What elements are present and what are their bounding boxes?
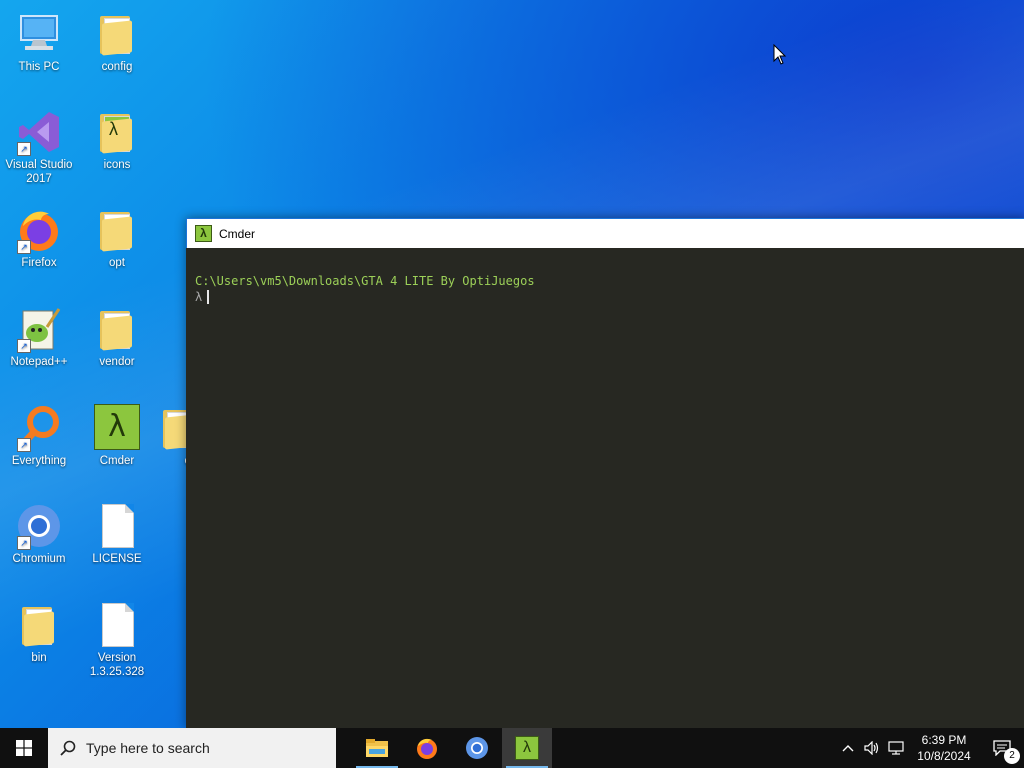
chromium-icon bbox=[466, 737, 488, 759]
desktop-icon-version[interactable]: Version 1.3.25.328 bbox=[79, 601, 155, 679]
desktop-icon-everything[interactable]: ↗ Everything bbox=[1, 404, 77, 468]
cmder-icon: λ bbox=[515, 736, 539, 760]
system-tray: 6:39 PM 10/8/2024 2 bbox=[836, 728, 1024, 768]
desktop-icon-label: bin bbox=[31, 652, 47, 664]
start-button[interactable] bbox=[0, 728, 48, 768]
shortcut-arrow-icon: ↗ bbox=[17, 339, 31, 353]
desktop-icon-chromium[interactable]: ↗ Chromium bbox=[1, 502, 77, 566]
desktop-icon-this-pc[interactable]: This PC bbox=[1, 10, 77, 74]
desktop-icon-vendor[interactable]: vendor bbox=[79, 305, 155, 369]
computer-icon bbox=[15, 10, 63, 58]
notification-count-badge: 2 bbox=[1004, 748, 1020, 764]
visual-studio-icon: ↗ bbox=[15, 108, 63, 156]
taskbar-file-explorer[interactable] bbox=[352, 728, 402, 768]
desktop-icon-label: vendor bbox=[99, 356, 135, 368]
taskbar-chromium[interactable] bbox=[452, 728, 502, 768]
search-placeholder: Type here to search bbox=[86, 740, 210, 756]
action-center-button[interactable]: 2 bbox=[980, 728, 1024, 768]
desktop: This PC ↗ Visual Studio 2017 ↗ Firefox ↗… bbox=[0, 0, 1024, 728]
lambda-folder-icon: λ bbox=[93, 108, 141, 156]
taskbar-cmder[interactable]: λ bbox=[502, 728, 552, 768]
desktop-icon-label: Visual Studio 2017 bbox=[5, 159, 73, 185]
desktop-icon-label: Everything bbox=[11, 455, 67, 467]
desktop-icon-notepadpp[interactable]: ↗ Notepad++ bbox=[1, 305, 77, 369]
window-title: Cmder bbox=[219, 226, 256, 241]
volume-icon[interactable] bbox=[860, 728, 884, 768]
shortcut-arrow-icon: ↗ bbox=[17, 536, 31, 550]
everything-icon: ↗ bbox=[15, 404, 63, 452]
taskbar-search[interactable]: Type here to search bbox=[48, 728, 336, 768]
desktop-icon-label: icons bbox=[103, 159, 131, 171]
search-icon bbox=[60, 740, 76, 756]
firefox-icon: ↗ bbox=[15, 206, 63, 254]
shortcut-arrow-icon: ↗ bbox=[17, 240, 31, 254]
taskbar-firefox[interactable] bbox=[402, 728, 452, 768]
desktop-icon-config[interactable]: config bbox=[79, 10, 155, 74]
document-icon bbox=[93, 601, 141, 649]
chromium-icon: ↗ bbox=[15, 502, 63, 550]
desktop-icon-label: config bbox=[101, 61, 133, 73]
folder-icon bbox=[93, 10, 141, 58]
folder-icon bbox=[93, 305, 141, 353]
desktop-icon-icons-folder[interactable]: λ icons bbox=[79, 108, 155, 172]
current-directory: C:\Users\vm5\Downloads\GTA 4 LITE By Opt… bbox=[195, 274, 535, 288]
desktop-icon-bin[interactable]: bin bbox=[1, 601, 77, 665]
desktop-icon-label: opt bbox=[109, 257, 125, 269]
clock-time: 6:39 PM bbox=[921, 733, 967, 747]
desktop-icon-label: Version 1.3.25.328 bbox=[89, 652, 145, 678]
taskbar-clock[interactable]: 6:39 PM 10/8/2024 bbox=[908, 732, 980, 764]
desktop-icon-firefox[interactable]: ↗ Firefox bbox=[1, 206, 77, 270]
shortcut-arrow-icon: ↗ bbox=[17, 438, 31, 452]
desktop-icon-visual-studio[interactable]: ↗ Visual Studio 2017 bbox=[1, 108, 77, 186]
prompt-line[interactable]: λ bbox=[195, 289, 1018, 305]
show-hidden-icons-chevron-icon[interactable] bbox=[836, 728, 860, 768]
desktop-icon-label: Notepad++ bbox=[10, 356, 68, 368]
mouse-pointer-icon bbox=[773, 44, 787, 65]
lambda-icon: λ bbox=[195, 225, 212, 242]
file-explorer-icon bbox=[366, 739, 388, 757]
firefox-icon bbox=[417, 738, 437, 759]
cmder-window[interactable]: λ Cmder C:\Users\vm5\Downloads\GTA 4 LIT… bbox=[186, 218, 1024, 728]
desktop-icon-label: LICENSE bbox=[92, 553, 142, 565]
network-icon[interactable] bbox=[884, 728, 908, 768]
cmder-icon: λ bbox=[93, 404, 141, 452]
desktop-icon-license[interactable]: LICENSE bbox=[79, 502, 155, 566]
taskbar: Type here to search λ 6:39 PM 10/8/2024 … bbox=[0, 728, 1024, 768]
windows-logo-icon bbox=[16, 740, 32, 756]
shortcut-arrow-icon: ↗ bbox=[17, 142, 31, 156]
window-titlebar[interactable]: λ Cmder bbox=[186, 218, 1024, 248]
desktop-icon-label: This PC bbox=[18, 61, 60, 73]
desktop-icon-label: Firefox bbox=[21, 257, 57, 269]
clock-date: 10/8/2024 bbox=[917, 749, 971, 763]
notepadpp-icon: ↗ bbox=[15, 305, 63, 353]
desktop-icon-opt[interactable]: opt bbox=[79, 206, 155, 270]
text-caret bbox=[207, 290, 210, 304]
terminal-area[interactable]: C:\Users\vm5\Downloads\GTA 4 LITE By Opt… bbox=[186, 248, 1024, 305]
folder-icon bbox=[15, 601, 63, 649]
prompt-symbol: λ bbox=[195, 290, 203, 304]
folder-icon bbox=[93, 206, 141, 254]
document-icon bbox=[93, 502, 141, 550]
desktop-icon-label: Chromium bbox=[12, 553, 66, 565]
